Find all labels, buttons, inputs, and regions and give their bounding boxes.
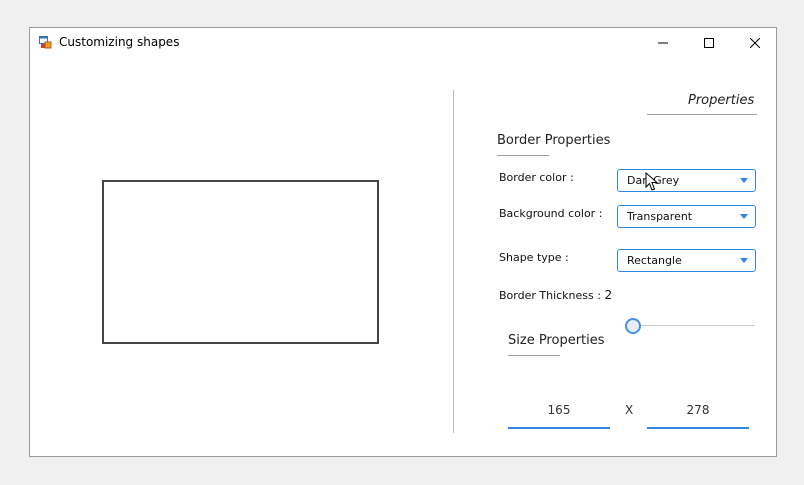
background-color-label: Background color : xyxy=(499,207,603,220)
minimize-button[interactable] xyxy=(640,28,686,58)
close-icon xyxy=(750,38,760,48)
properties-underline xyxy=(647,114,757,115)
border-color-label: Border color : xyxy=(499,171,574,184)
properties-title: Properties xyxy=(688,93,755,108)
window-title: Customizing shapes xyxy=(59,35,180,49)
border-thickness-label: Border Thickness : 2 xyxy=(499,288,612,302)
title-bar[interactable]: Customizing shapes xyxy=(30,28,776,58)
size-separator: X xyxy=(625,403,634,417)
size-properties-title: Size Properties xyxy=(508,333,605,348)
chevron-down-icon xyxy=(740,214,748,219)
close-button[interactable] xyxy=(732,28,778,58)
app-window: Customizing shapes Properties Border Pro… xyxy=(29,27,777,457)
shape-type-dropdown[interactable]: Rectangle xyxy=(617,249,756,272)
height-input[interactable]: 278 xyxy=(647,399,749,429)
app-icon xyxy=(39,36,52,49)
width-underline xyxy=(508,427,610,429)
background-color-value: Transparent xyxy=(627,210,693,223)
border-thickness-slider-thumb[interactable] xyxy=(625,318,641,334)
chevron-down-icon xyxy=(740,178,748,183)
rectangle-shape[interactable] xyxy=(102,180,379,344)
mouse-cursor-icon xyxy=(645,172,659,191)
shape-type-value: Rectangle xyxy=(627,254,682,267)
minimize-icon xyxy=(658,42,668,44)
border-thickness-value: 2 xyxy=(604,288,613,302)
border-thickness-slider-track[interactable] xyxy=(625,325,755,326)
size-properties-underline xyxy=(508,355,560,356)
chevron-down-icon xyxy=(740,258,748,263)
background-color-dropdown[interactable]: Transparent xyxy=(617,205,756,228)
border-thickness-text: Border Thickness : xyxy=(499,289,601,302)
maximize-icon xyxy=(704,38,714,48)
shape-type-label: Shape type : xyxy=(499,251,569,264)
properties-panel: Properties Border Properties Border colo… xyxy=(454,58,778,458)
border-color-dropdown[interactable]: DarkGrey xyxy=(617,169,756,192)
height-value: 278 xyxy=(686,403,710,417)
width-value: 165 xyxy=(547,403,571,417)
width-input[interactable]: 165 xyxy=(508,399,610,429)
border-properties-underline xyxy=(497,155,549,156)
shape-canvas xyxy=(30,58,455,458)
border-properties-title: Border Properties xyxy=(497,133,611,148)
maximize-button[interactable] xyxy=(686,28,732,58)
height-underline xyxy=(647,427,749,429)
